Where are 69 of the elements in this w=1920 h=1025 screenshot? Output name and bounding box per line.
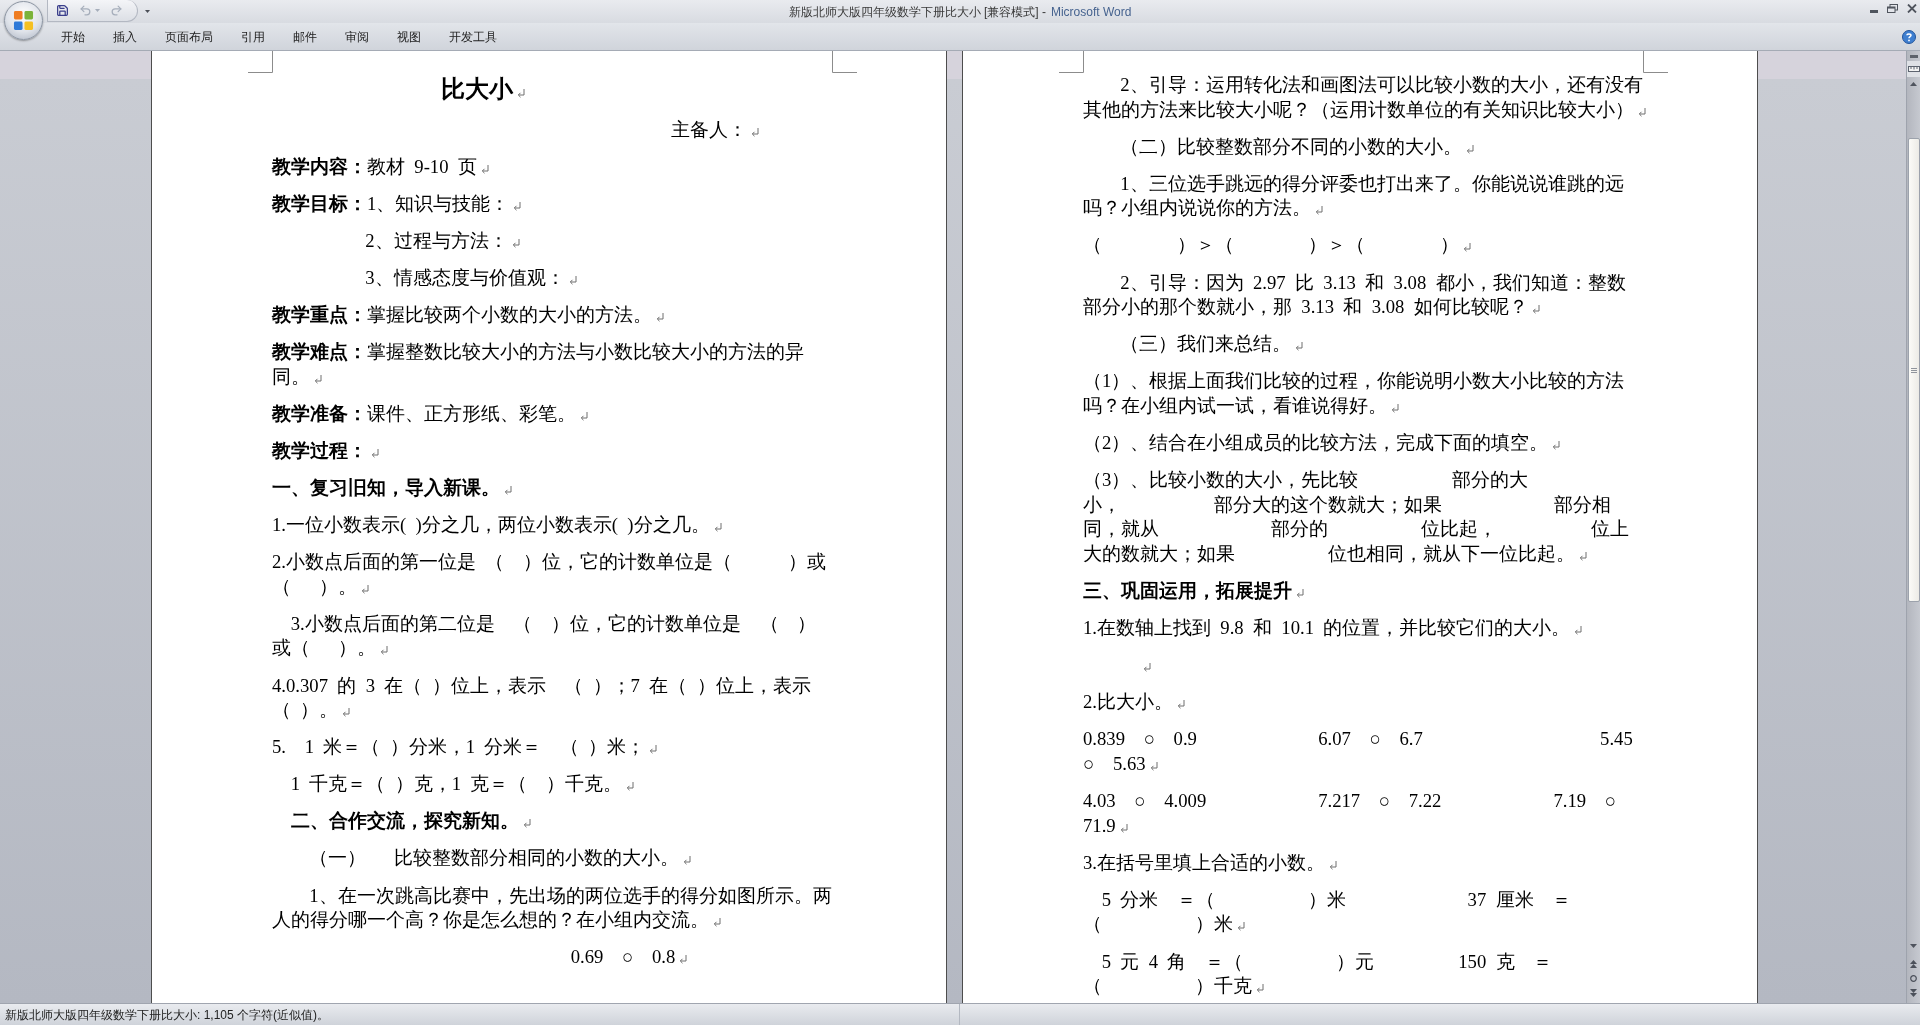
ribbon-tab[interactable]: 引用	[227, 25, 279, 48]
ruler-toggle-button[interactable]	[1906, 61, 1920, 77]
paragraph: 2.小数点后面的第一位是 （ ）位，它的计数单位是（ ）或（ ）。	[272, 551, 826, 597]
save-icon[interactable]	[56, 4, 69, 17]
paragraph: 3.在括号里填上合适的小数。	[1083, 851, 1325, 873]
ribbon-tab[interactable]: 页面布局	[151, 25, 227, 48]
section-heading: 三、巩固运用，拓展提升	[1083, 580, 1292, 601]
paragraph: 1、三位选手跳远的得分评委也打出来了。你能说说谁跳的远吗？小组内说说你的方法。	[1083, 172, 1624, 219]
paragraph: （ ）＞（ ）＞（ ）	[1083, 234, 1459, 256]
split-handle-icon[interactable]	[1909, 55, 1918, 58]
paragraph: 0.839 ○ 0.9 6.07 ○ 6.7 5.45 ○ 5.63	[1083, 728, 1634, 774]
double-up-arrow-icon[interactable]	[1910, 960, 1917, 968]
corner-mark-icon	[832, 51, 857, 73]
corner-mark-icon	[248, 51, 273, 73]
app-title: Microsoft Word	[1050, 3, 1132, 20]
corner-mark-icon	[1059, 51, 1084, 73]
paragraph: （二）比较整数部分不同的小数的大小。	[1120, 135, 1463, 157]
corner-mark-icon	[1643, 51, 1668, 73]
paragraph: 3、情感态度与价值观：	[365, 266, 565, 288]
down-triangle-icon[interactable]	[1910, 944, 1917, 948]
ribbon-tab[interactable]: 视图	[383, 25, 435, 48]
section-heading: 教学过程：	[272, 439, 367, 461]
help-icon[interactable]	[1902, 29, 1916, 44]
section-heading: 二、合作交流，探究新知。	[290, 810, 519, 832]
comparison-line: 0.69 ○ 0.8	[570, 946, 676, 968]
paragraph: 2、引导：因为 2.97 比 3.13 和 3.08 都小，我们知道：整数部分小的那个数就小，那 3.13 和 3.08 如何比较呢？	[1083, 271, 1626, 318]
paragraph: 5. 1 米＝（ ）分米，1 分米＝ （ ）米；	[272, 736, 646, 758]
paragraph: 1.一位小数表示( )分之几，两位小数表示( )分之几。	[272, 514, 710, 536]
paragraph: 5 分米 ＝（ ）米 37 厘米 ＝（ ）米	[1083, 888, 1572, 935]
up-triangle-icon[interactable]	[1910, 82, 1917, 86]
paragraph: 1 千克＝（ ）克，1 克＝（ ）千克。	[290, 773, 622, 795]
document-heading: 比大小	[441, 76, 513, 102]
ribbon-tab[interactable]: 开始	[47, 25, 99, 48]
ribbon-tab[interactable]: 开发工具	[435, 25, 511, 48]
grip-icon	[1910, 367, 1917, 373]
ruler-icon	[1907, 63, 1920, 75]
paragraph: 2、引导：运用转化法和画图法可以比较小数的大小，还有没有其他的方法来比较大小呢？（运用计数单位的有关知识比较大小）	[1083, 74, 1643, 120]
paragraph: 5 元 4 角 ＝（ ）元 150 克 ＝（ ）千克	[1083, 950, 1553, 997]
scroll-thumb[interactable]	[1907, 138, 1920, 602]
paragraph: 教学内容：教材 9-10 页	[272, 155, 477, 177]
paragraph: 1.在数轴上找到 9.8 和 10.1 的位置，并比较它们的大小。	[1083, 617, 1571, 639]
paragraph: 教学难点：掌握整数比较大小的方法与小数比较大小的方法的异同。	[272, 341, 804, 387]
status-text: 新版北师大版四年级数学下册比大小: 1,105 个字符(近似值)。	[5, 1006, 330, 1024]
ribbon-tab[interactable]: 插入	[99, 25, 151, 48]
paragraph: 4.0.307 的 3 在（ ）位上，表示 （ ）；7 在（ ）位上，表示（ ）。	[272, 674, 811, 721]
ribbon-tab[interactable]: 邮件	[279, 25, 331, 48]
paragraph: （2）、结合在小组成员的比较方法，完成下面的填空。	[1083, 432, 1549, 454]
document-title: 新版北师大版四年级数学下册比大小 [兼容模式] -	[788, 3, 1046, 20]
paragraph: （3）、比较小数的大小，先比较 部分的大小， 部分大的这个数就大；如果 部分相同，就从 部分的 位比起， 位上大的数就大；如果 位也相同，就从下一位比起。	[1083, 469, 1629, 564]
circle-icon[interactable]	[1910, 975, 1917, 982]
caret-icon[interactable]	[145, 10, 150, 13]
paragraph: 3.小数点后面的第二位是 （ ）位，它的计数单位是 （ ）或（ ）。	[272, 612, 817, 659]
restore-icon[interactable]	[1887, 4, 1898, 13]
section-heading: 一、复习旧知，导入新课。	[272, 476, 500, 498]
paragraph: （1）、根据上面我们比较的过程，你能说明小数大小比较的方法吗？在小组内试一试，看谁说得好。	[1083, 370, 1625, 416]
close-icon[interactable]	[1907, 4, 1917, 13]
paragraph: 2、过程与方法：	[365, 229, 508, 251]
paragraph: 教学准备：课件、正方形纸、彩笔。	[272, 402, 576, 424]
paragraph: （三）我们来总结。	[1120, 333, 1292, 355]
paragraph: 1、在一次跳高比赛中，先出场的两位选手的得分如图所示。两人的得分哪一个高？你是怎么想的？在小组内交流。	[272, 884, 832, 931]
paragraph: （一） 比较整数部分相同的小数的大小。	[309, 847, 680, 869]
four-squares-logo-icon	[13, 10, 34, 31]
author-line: 主备人：	[671, 118, 747, 140]
paragraph: 2.比大小。	[1083, 691, 1173, 713]
paragraph: 教学重点：掌握比较两个小数的大小的方法。	[272, 303, 652, 325]
paragraph: 4.03 ○ 4.009 7.217 ○ 7.22 7.19 ○ 71.9	[1083, 790, 1617, 836]
double-down-arrow-icon[interactable]	[1910, 989, 1917, 997]
ribbon-tab[interactable]: 审阅	[331, 25, 383, 48]
paragraph: 教学目标：1、知识与技能：	[272, 192, 510, 214]
